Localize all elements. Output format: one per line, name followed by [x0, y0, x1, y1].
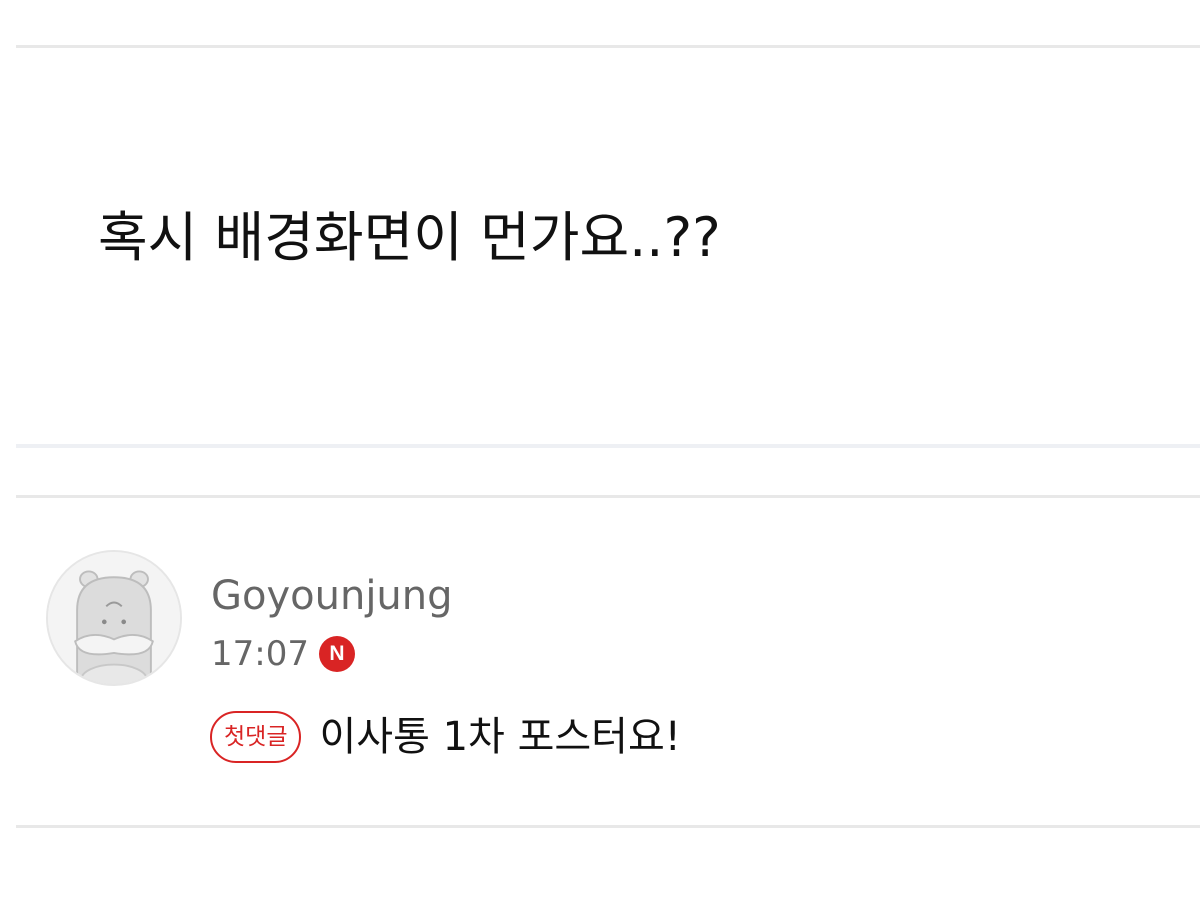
comment-text: 이사통 1차 포스터요!	[319, 714, 681, 760]
new-badge: N	[318, 636, 355, 672]
top-divider	[16, 45, 1200, 48]
post-bottom-divider	[16, 444, 1200, 448]
post-detail-page: 혹시 배경화면이 먼가요..?? Goyounjung 17:07 N 첫댓글	[0, 0, 1200, 900]
comment-author[interactable]: Goyounjung	[211, 570, 453, 622]
comment-section-divider	[16, 495, 1200, 498]
comment-bottom-divider	[16, 825, 1200, 828]
comment-time: 17:07	[211, 634, 309, 674]
comment-meta: 17:07 N	[211, 630, 355, 678]
hamster-avatar-icon	[48, 552, 180, 684]
first-comment-badge: 첫댓글	[210, 711, 302, 763]
avatar[interactable]	[46, 550, 182, 686]
comment-item: Goyounjung 17:07 N 첫댓글 이사통 1차 포스터요!	[0, 500, 1200, 825]
comment-content: 첫댓글 이사통 1차 포스터요!	[210, 707, 681, 767]
post-body-text: 혹시 배경화면이 먼가요..??	[98, 206, 721, 269]
